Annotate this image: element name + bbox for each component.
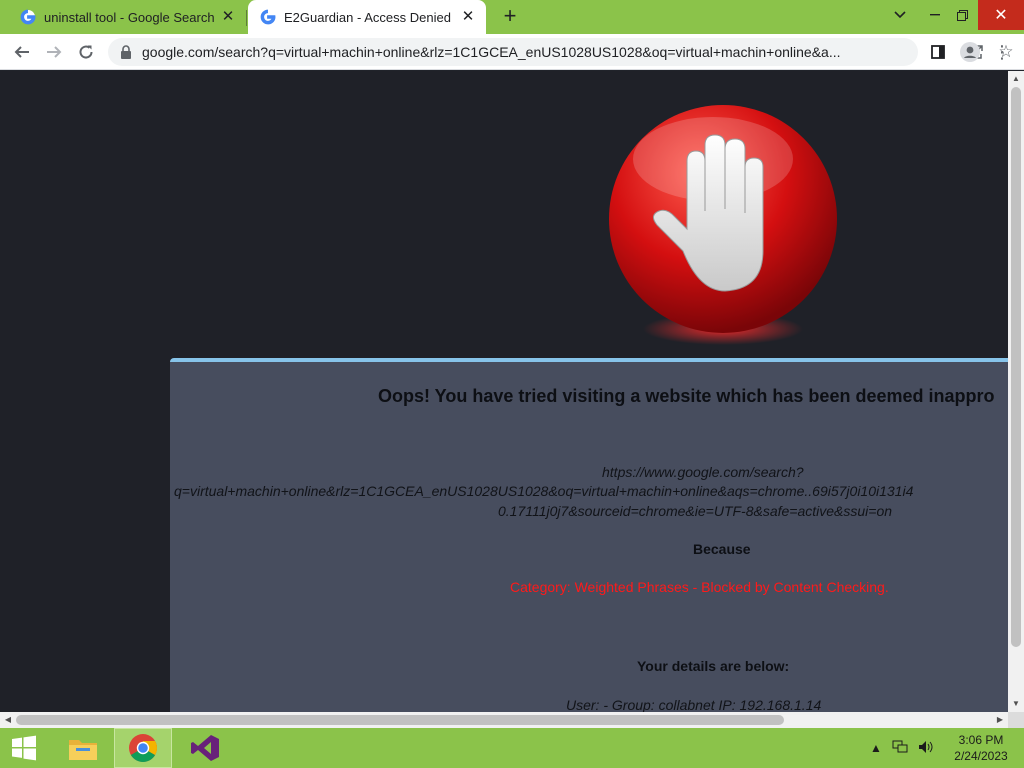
scroll-right-arrow-icon[interactable]: ▶ [992, 712, 1008, 728]
show-hidden-icons-chevron-icon[interactable]: ▲ [870, 741, 882, 755]
windows-start-icon[interactable] [0, 728, 48, 768]
details-heading: Your details are below: [637, 658, 790, 674]
block-reason: Category: Weighted Phrases - Blocked by … [510, 579, 889, 595]
reload-icon[interactable] [72, 38, 100, 66]
blocked-url-line: 0.17111j0j7&sourceid=chrome&ie=UTF-8&saf… [498, 503, 893, 519]
blocked-url-line: https://www.google.com/search? [602, 464, 804, 480]
scroll-left-arrow-icon[interactable]: ◀ [0, 712, 16, 728]
tab-divider [246, 10, 247, 26]
vertical-scroll-thumb[interactable] [1011, 87, 1021, 647]
windows-taskbar: ▲ 3:06 PM 2/24/2023 [0, 728, 1024, 768]
url-text: google.com/search?q=virtual+machin+onlin… [142, 44, 841, 60]
visual-studio-icon[interactable] [176, 728, 234, 768]
close-tab-icon[interactable]: ✕ [220, 9, 236, 25]
close-tab-icon[interactable]: ✕ [460, 9, 476, 25]
back-arrow-icon[interactable] [8, 38, 36, 66]
browser-toolbar: google.com/search?q=virtual+machin+onlin… [0, 34, 1024, 70]
stop-hand-icon [605, 101, 845, 351]
scroll-down-arrow-icon[interactable]: ▼ [1008, 696, 1024, 712]
profile-avatar-icon[interactable] [956, 38, 984, 66]
taskbar-clock[interactable]: 3:06 PM 2/24/2023 [948, 732, 1014, 764]
system-tray: ▲ [870, 728, 934, 768]
close-window-icon[interactable]: ✕ [978, 0, 1024, 30]
tab-search-chevron-icon[interactable] [883, 0, 917, 30]
google-g-icon [20, 9, 36, 25]
network-icon[interactable] [892, 740, 908, 757]
google-g-icon [260, 9, 276, 25]
chrome-icon[interactable] [114, 728, 172, 768]
because-label: Because [693, 541, 751, 557]
scrollbar-corner [1008, 712, 1024, 728]
clock-time: 3:06 PM [958, 733, 1004, 747]
file-explorer-icon[interactable] [54, 728, 112, 768]
horizontal-scrollbar[interactable]: ◀ ▶ [0, 712, 1008, 728]
tab-title: uninstall tool - Google Search [44, 9, 215, 25]
tab-strip: uninstall tool - Google Search ✕ E2Guard… [0, 0, 1024, 34]
kebab-menu-icon[interactable]: ⋮ [988, 38, 1016, 66]
volume-icon[interactable] [918, 740, 934, 757]
scroll-up-arrow-icon[interactable]: ▲ [1008, 71, 1024, 87]
lock-icon[interactable] [120, 45, 134, 59]
user-details: User: - Group: collabnet IP: 192.168.1.1… [566, 697, 822, 712]
tab-title: E2Guardian - Access Denied [284, 9, 451, 25]
page-viewport: Oops! You have tried visiting a website … [0, 71, 1008, 712]
clock-date: 2/24/2023 [954, 749, 1008, 763]
blocked-url-line: q=virtual+machin+online&rlz=1C1GCEA_enUS… [174, 483, 914, 499]
horizontal-scroll-thumb[interactable] [16, 715, 784, 725]
tab-uninstall-tool[interactable]: uninstall tool - Google Search ✕ [0, 0, 246, 34]
block-headline: Oops! You have tried visiting a website … [378, 386, 995, 406]
block-message-panel: Oops! You have tried visiting a website … [170, 358, 1008, 712]
vertical-scrollbar[interactable]: ▲ ▼ [1008, 71, 1024, 712]
new-tab-button[interactable]: + [498, 5, 522, 29]
restore-icon[interactable] [945, 0, 979, 30]
tab-e2guardian[interactable]: E2Guardian - Access Denied ✕ [248, 0, 486, 34]
forward-arrow-icon[interactable] [40, 38, 68, 66]
side-panel-icon[interactable] [924, 38, 952, 66]
address-bar[interactable]: google.com/search?q=virtual+machin+onlin… [108, 38, 1014, 66]
